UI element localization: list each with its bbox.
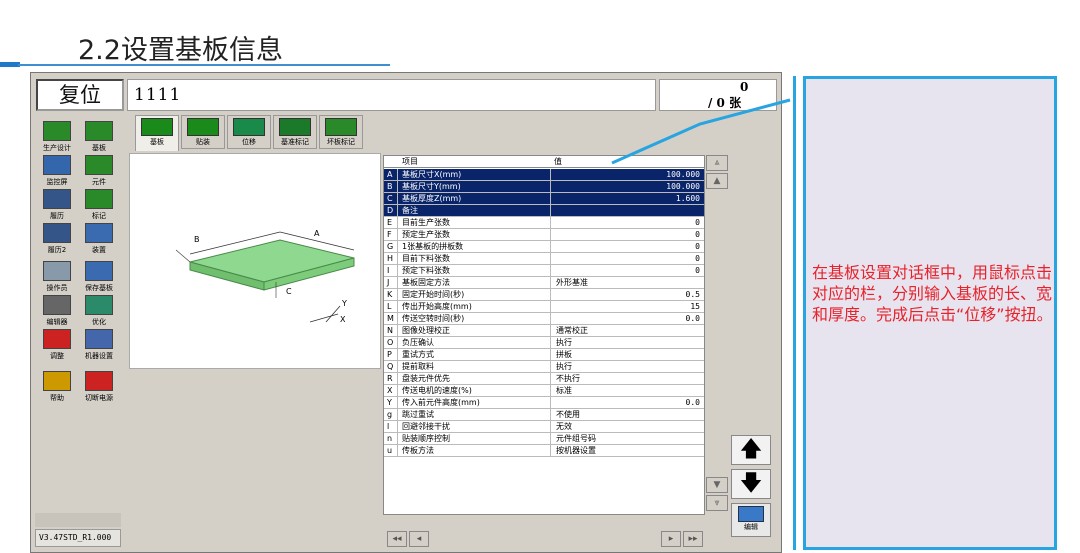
instruction-text: 在基板设置对话框中，用鼠标点击对应的栏，分别输入基板的长、宽和厚度。完成后点击“… xyxy=(812,263,1053,324)
slide: 2.2设置基板信息 复位 1111 0 / 0 张 生产设计 基板 监控屏 元件 履历标… xyxy=(0,0,1080,553)
callout-divider xyxy=(793,76,796,550)
